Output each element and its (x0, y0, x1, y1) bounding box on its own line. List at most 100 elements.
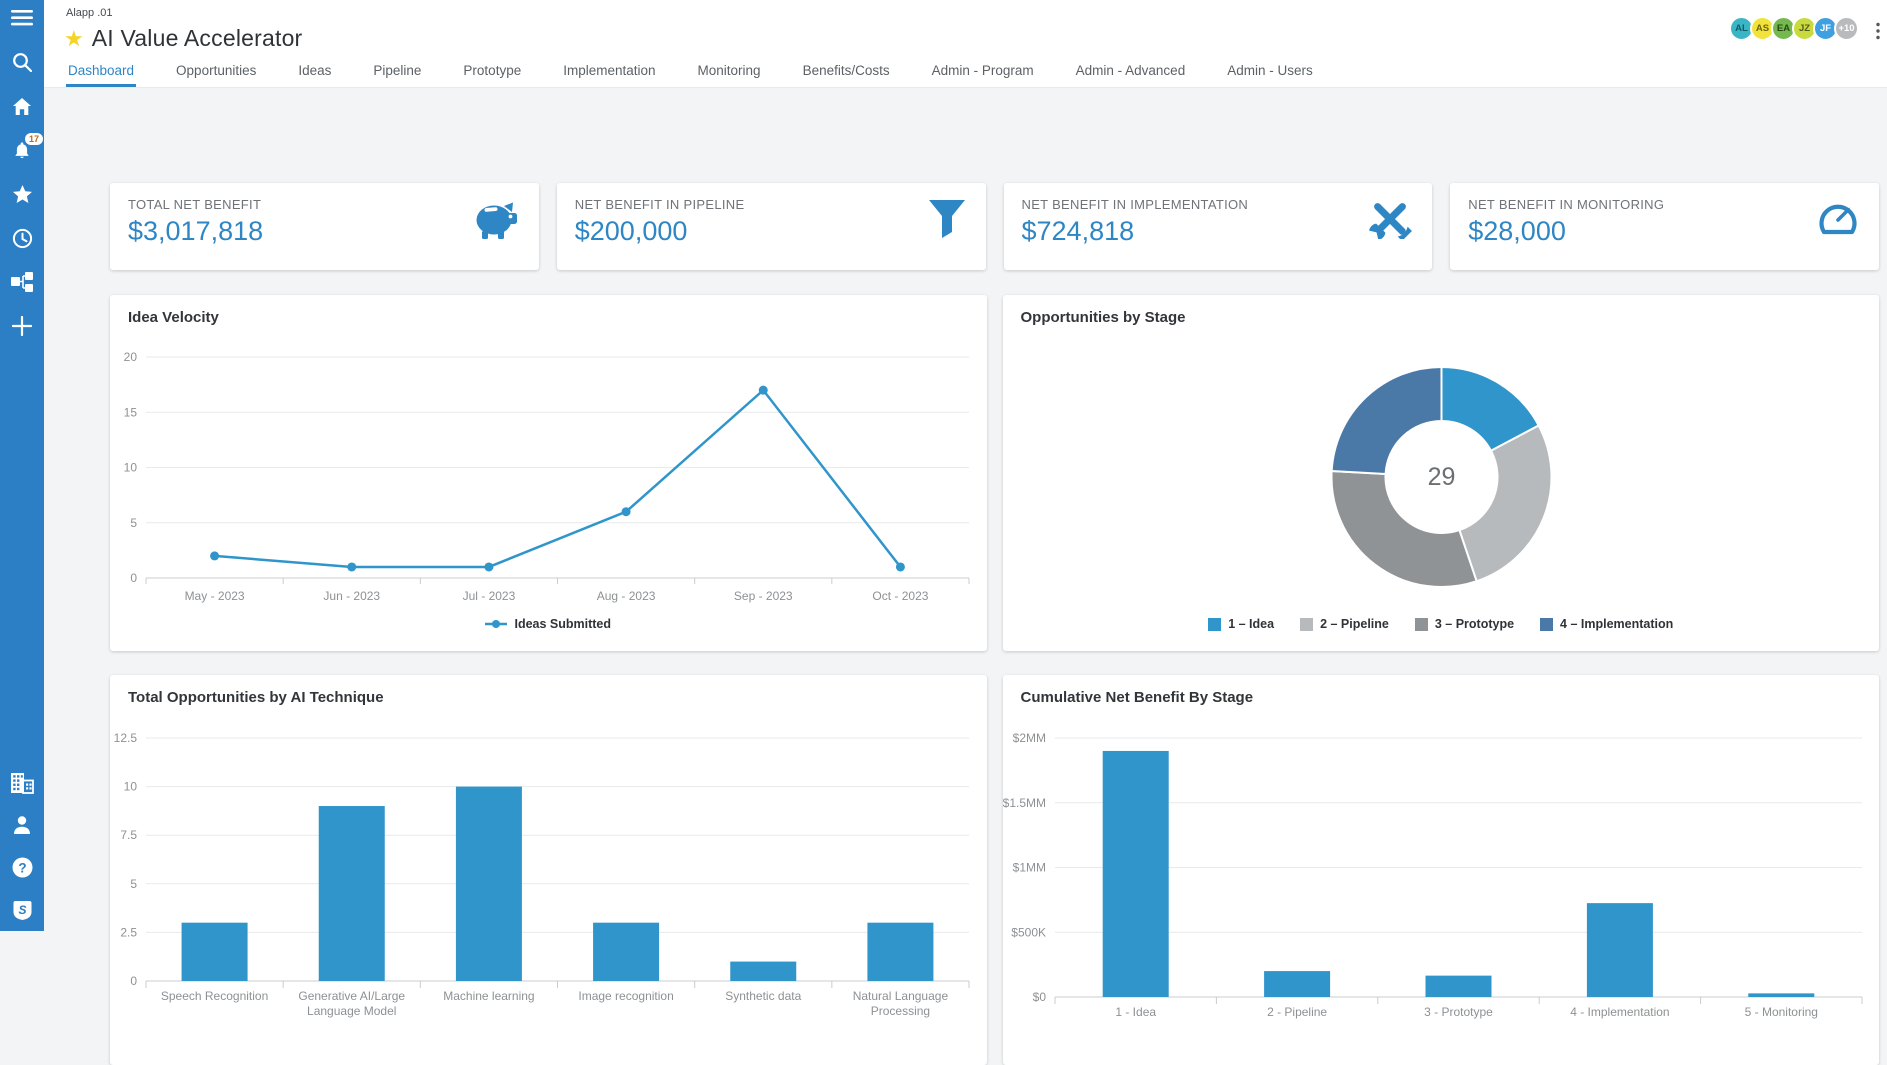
tools-icon (1368, 199, 1412, 244)
svg-text:15: 15 (124, 405, 138, 419)
tab-prototype[interactable]: Prototype (461, 57, 523, 87)
organization-building-icon[interactable] (10, 773, 34, 793)
svg-text:Jun - 2023: Jun - 2023 (323, 589, 380, 603)
svg-text:5 - Monitoring: 5 - Monitoring (1744, 1005, 1817, 1019)
chart-title: Total Opportunities by AI Technique (128, 689, 384, 706)
svg-text:5: 5 (130, 877, 137, 891)
kpi-net-benefit-implementation: NET BENEFIT IN IMPLEMENTATION $724,818 (1004, 183, 1433, 270)
svg-text:?: ? (18, 860, 26, 875)
svg-text:29: 29 (1427, 463, 1455, 491)
tab-ideas[interactable]: Ideas (296, 57, 333, 87)
svg-text:12.5: 12.5 (114, 731, 138, 745)
legend-item[interactable]: 4 – Implementation (1540, 617, 1673, 631)
star-icon[interactable] (10, 184, 34, 204)
charts-row-1: Idea Velocity 05101520May - 2023Jun - 20… (110, 295, 1879, 651)
kpi-value: $200,000 (575, 216, 968, 247)
svg-text:3 - Prototype: 3 - Prototype (1424, 1005, 1493, 1019)
svg-text:Aug - 2023: Aug - 2023 (597, 589, 656, 603)
svg-text:1 - Idea: 1 - Idea (1115, 1005, 1156, 1019)
svg-text:2.5: 2.5 (120, 925, 137, 939)
kpi-row: TOTAL NET BENEFIT $3,017,818 NET BENEFIT… (110, 183, 1879, 270)
svg-text:Speech Recognition: Speech Recognition (161, 989, 268, 1003)
svg-text:Processing: Processing (871, 1004, 930, 1018)
svg-text:$1.5MM: $1.5MM (1003, 796, 1046, 810)
tab-admin-users[interactable]: Admin - Users (1225, 57, 1315, 87)
svg-text:Sep - 2023: Sep - 2023 (734, 589, 793, 603)
chart-title: Opportunities by Stage (1021, 309, 1186, 326)
svg-text:$0: $0 (1032, 990, 1046, 1004)
svg-text:$2MM: $2MM (1012, 731, 1045, 745)
svg-text:Image recognition: Image recognition (578, 989, 673, 1003)
svg-text:May - 2023: May - 2023 (185, 589, 245, 603)
svg-text:20: 20 (124, 350, 138, 364)
history-clock-icon[interactable] (10, 228, 34, 248)
piggy-bank-icon (473, 199, 519, 246)
tab-bar: Dashboard Opportunities Ideas Pipeline Proto… (66, 57, 1315, 87)
legend-label: 2 – Pipeline (1320, 617, 1389, 631)
tab-implementation[interactable]: Implementation (561, 57, 657, 87)
opportunities-by-stage-card: Opportunities by Stage 29 1 – Idea 2 – Pi… (1003, 295, 1880, 651)
legend-label: Ideas Submitted (514, 617, 611, 631)
tab-monitoring[interactable]: Monitoring (696, 57, 763, 87)
page-title: AI Value Accelerator (92, 25, 303, 52)
svg-text:5: 5 (130, 516, 137, 530)
opportunities-by-technique-card: Total Opportunities by AI Technique 02.5… (110, 675, 987, 1065)
avatar[interactable]: +10 (1834, 16, 1859, 41)
tab-pipeline[interactable]: Pipeline (371, 57, 423, 87)
svg-text:Synthetic data: Synthetic data (725, 989, 801, 1003)
tab-benefits-costs[interactable]: Benefits/Costs (801, 57, 892, 87)
tab-admin-advanced[interactable]: Admin - Advanced (1074, 57, 1188, 87)
tab-dashboard[interactable]: Dashboard (66, 57, 136, 87)
kpi-net-benefit-pipeline: NET BENEFIT IN PIPELINE $200,000 (557, 183, 986, 270)
notifications-bell-icon[interactable]: 17 (10, 140, 34, 160)
dashboard-content: TOTAL NET BENEFIT $3,017,818 NET BENEFIT… (44, 88, 1887, 931)
hierarchy-icon[interactable] (10, 272, 34, 292)
svg-text:2 - Pipeline: 2 - Pipeline (1267, 1005, 1327, 1019)
s-logo-icon[interactable]: S (10, 899, 34, 919)
svg-text:Oct - 2023: Oct - 2023 (872, 589, 928, 603)
svg-text:S: S (18, 902, 26, 916)
kpi-label: TOTAL NET BENEFIT (128, 197, 521, 212)
svg-text:Generative AI/Large: Generative AI/Large (298, 989, 405, 1003)
svg-text:7.5: 7.5 (120, 828, 137, 842)
opportunities-by-technique-chart[interactable]: 02.557.51012.5Speech RecognitionGenerati… (110, 715, 987, 1027)
menu-icon[interactable] (10, 8, 34, 28)
opportunities-by-stage-chart[interactable]: 29 (1003, 335, 1880, 610)
tab-admin-program[interactable]: Admin - Program (930, 57, 1036, 87)
sidebar: 17 ? S (0, 0, 44, 931)
more-options-icon[interactable] (1876, 22, 1880, 45)
legend-swatch-icon (1415, 618, 1428, 631)
legend-item[interactable]: Ideas Submitted (485, 617, 611, 631)
idea-velocity-legend: Ideas Submitted (110, 617, 987, 631)
chart-title: Cumulative Net Benefit By Stage (1021, 689, 1254, 706)
favorite-star-icon[interactable]: ★ (64, 28, 84, 50)
idea-velocity-card: Idea Velocity 05101520May - 2023Jun - 20… (110, 295, 987, 651)
header: Alapp .01 ★ AI Value Accelerator Dashboa… (44, 0, 1887, 88)
help-icon[interactable]: ? (10, 857, 34, 877)
kpi-total-net-benefit: TOTAL NET BENEFIT $3,017,818 (110, 183, 539, 270)
charts-row-2: Total Opportunities by AI Technique 02.5… (110, 675, 1879, 1065)
cumulative-net-benefit-chart[interactable]: $0 $500K $1MM $1.5MM $2MM 1 - Idea 2 - Pipelin… (1003, 715, 1880, 1027)
legend-item[interactable]: 2 – Pipeline (1300, 617, 1389, 631)
svg-text:Natural Language: Natural Language (853, 989, 949, 1003)
legend-item[interactable]: 3 – Prototype (1415, 617, 1514, 631)
svg-text:$500K: $500K (1011, 925, 1046, 939)
legend-swatch-icon (1208, 618, 1221, 631)
gauge-icon (1817, 199, 1859, 244)
kpi-label: NET BENEFIT IN IMPLEMENTATION (1022, 197, 1415, 212)
tab-opportunities[interactable]: Opportunities (174, 57, 258, 87)
svg-text:Language Model: Language Model (307, 1004, 396, 1018)
kpi-net-benefit-monitoring: NET BENEFIT IN MONITORING $28,000 (1450, 183, 1879, 270)
kpi-label: NET BENEFIT IN PIPELINE (575, 197, 968, 212)
search-icon[interactable] (10, 52, 34, 72)
kpi-value: $3,017,818 (128, 216, 521, 247)
svg-text:$1MM: $1MM (1012, 861, 1045, 875)
legend-item[interactable]: 1 – Idea (1208, 617, 1274, 631)
legend-label: 3 – Prototype (1435, 617, 1514, 631)
legend-label: 1 – Idea (1228, 617, 1274, 631)
funnel-filter-icon (928, 199, 966, 244)
user-profile-icon[interactable] (10, 815, 34, 835)
add-plus-icon[interactable] (10, 316, 34, 336)
home-icon[interactable] (10, 96, 34, 116)
idea-velocity-chart[interactable]: 05101520May - 2023Jun - 2023Jul - 2023Au… (110, 335, 987, 610)
